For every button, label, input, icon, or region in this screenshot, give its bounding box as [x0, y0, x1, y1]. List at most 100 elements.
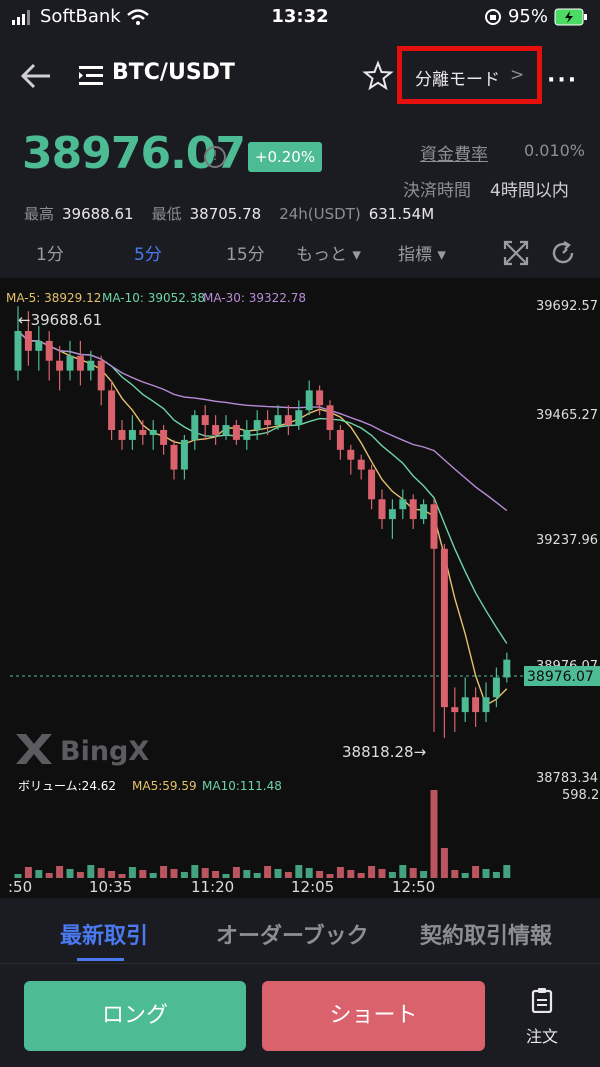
candle-body — [118, 430, 126, 440]
short-button[interactable]: ショート — [262, 981, 485, 1051]
interval-1m[interactable]: 1分 — [36, 240, 64, 265]
candle-body — [222, 425, 230, 435]
volume-bar — [316, 871, 324, 878]
interval-15m[interactable]: 15分 — [226, 240, 265, 265]
candle-body — [243, 430, 251, 440]
volume-bar — [336, 867, 344, 878]
volume-bar — [128, 867, 136, 878]
time-tick-3: 11:20 — [191, 878, 234, 896]
ma10-legend: MA-10: 39052.38 — [102, 291, 205, 305]
bingx-logo: BingX — [16, 734, 149, 767]
info-tabs: 最新取引 オーダーブック 契約取引情報 — [0, 898, 600, 964]
volume-bar — [24, 867, 32, 878]
candle-body — [305, 390, 313, 411]
back-arrow-icon[interactable] — [18, 58, 56, 94]
volume-legend: ボリューム:24.62 — [18, 779, 116, 793]
order-button[interactable]: 注文 — [512, 987, 572, 1047]
pair-menu-icon[interactable] — [78, 63, 104, 89]
volume-bar — [45, 873, 53, 878]
tab-contract-info[interactable]: 契約取引情報 — [420, 918, 552, 950]
chart-canvas[interactable]: MA-5: 38929.12 MA-10: 39052.38 MA-30: 39… — [0, 278, 600, 898]
candle-body — [212, 425, 220, 435]
indicator-dropdown[interactable]: 指標 ▾ — [398, 240, 446, 265]
pair-title[interactable]: BTC/USDT — [112, 60, 235, 85]
candle-body — [409, 499, 417, 520]
axis-tick-2: 39465.27 — [536, 408, 598, 423]
battery-percent: 95% — [507, 6, 548, 27]
candle-body — [66, 355, 74, 371]
info-icon[interactable]: ! — [204, 146, 226, 168]
candle-body — [128, 430, 136, 440]
candle-body — [24, 331, 32, 351]
axis-tick-1: 39692.57 — [536, 299, 598, 314]
volume-bar — [451, 870, 459, 878]
volume-bar — [149, 873, 157, 878]
candlestick-chart[interactable]: MA-5: 38929.12 MA-10: 39052.38 MA-30: 39… — [0, 278, 600, 898]
tab-orderbook[interactable]: オーダーブック — [216, 918, 369, 950]
margin-mode-button[interactable]: 分離モード > — [415, 65, 524, 90]
volume-bar — [368, 866, 376, 878]
candle-body — [45, 340, 53, 361]
watermark-text: BingX — [60, 736, 149, 767]
candle-body — [482, 697, 490, 713]
candle-body — [461, 697, 469, 713]
volume-bar — [482, 869, 490, 878]
volume-bar — [66, 869, 74, 878]
candle-body — [14, 331, 22, 371]
volume-bar — [97, 868, 105, 878]
candle-body — [264, 420, 272, 426]
volume-bar — [139, 870, 147, 878]
time-tick-4: 12:05 — [291, 878, 334, 896]
candle-body — [108, 390, 116, 431]
price-change-badge: +0.20% — [248, 142, 322, 172]
low-label: 最低 — [151, 205, 182, 223]
volume-bar — [160, 866, 168, 878]
candle-body — [336, 430, 344, 450]
fullscreen-icon[interactable] — [503, 240, 529, 266]
candle-body — [503, 659, 511, 678]
tab-latest-trades[interactable]: 最新取引 — [60, 918, 148, 950]
margin-mode-label: 分離モード — [415, 70, 500, 90]
volume-label: 24h(USDT) — [279, 205, 361, 223]
settlement-value: 4時間以内 — [490, 181, 569, 201]
low-value: 38705.78 — [189, 205, 262, 223]
candle-body — [451, 707, 459, 713]
more-options-button[interactable]: ··· — [547, 68, 578, 93]
current-price-tag: 38976.07 — [527, 669, 594, 685]
long-button[interactable]: ロング — [24, 981, 246, 1051]
high-marker: ←39688.61 — [18, 311, 102, 329]
candle-body — [378, 499, 386, 520]
volume-bar — [461, 873, 469, 878]
candle-body — [232, 425, 240, 440]
volume-bar — [56, 866, 64, 878]
candle-body — [191, 415, 199, 440]
volume-bar — [430, 790, 438, 878]
candle-body — [180, 439, 188, 470]
active-tab-indicator — [77, 958, 124, 961]
high-label: 最高 — [24, 205, 55, 223]
volume-bar — [503, 865, 511, 878]
header: BTC/USDT 分離モード > ··· — [0, 40, 600, 110]
candle-body — [97, 360, 105, 391]
volume-bar — [378, 869, 386, 878]
volume-value: 631.54M — [368, 205, 435, 223]
funding-rate-label[interactable]: 資金費率 — [420, 140, 488, 165]
volume-bar — [232, 867, 240, 878]
volume-bar — [180, 872, 188, 878]
volume-bar — [243, 870, 251, 878]
candle-body — [316, 390, 324, 406]
favorite-star-icon[interactable] — [362, 60, 394, 92]
action-bar: ロング ショート 注文 — [0, 965, 600, 1067]
volume-bar — [264, 866, 272, 878]
candle-body — [284, 415, 292, 426]
interval-more-dropdown[interactable]: もっと ▾ — [296, 240, 361, 265]
candle-body — [253, 420, 261, 431]
daily-stats: 最高 39688.61 最低 38705.78 24h(USDT) 631.54… — [24, 203, 444, 224]
clipboard-icon — [531, 988, 553, 1014]
interval-5m[interactable]: 5分 — [134, 240, 162, 265]
status-right: 95% — [484, 6, 588, 27]
refresh-icon[interactable] — [550, 240, 576, 266]
candle-body — [368, 469, 376, 500]
candle-body — [201, 415, 209, 426]
volume-bar — [440, 848, 448, 878]
